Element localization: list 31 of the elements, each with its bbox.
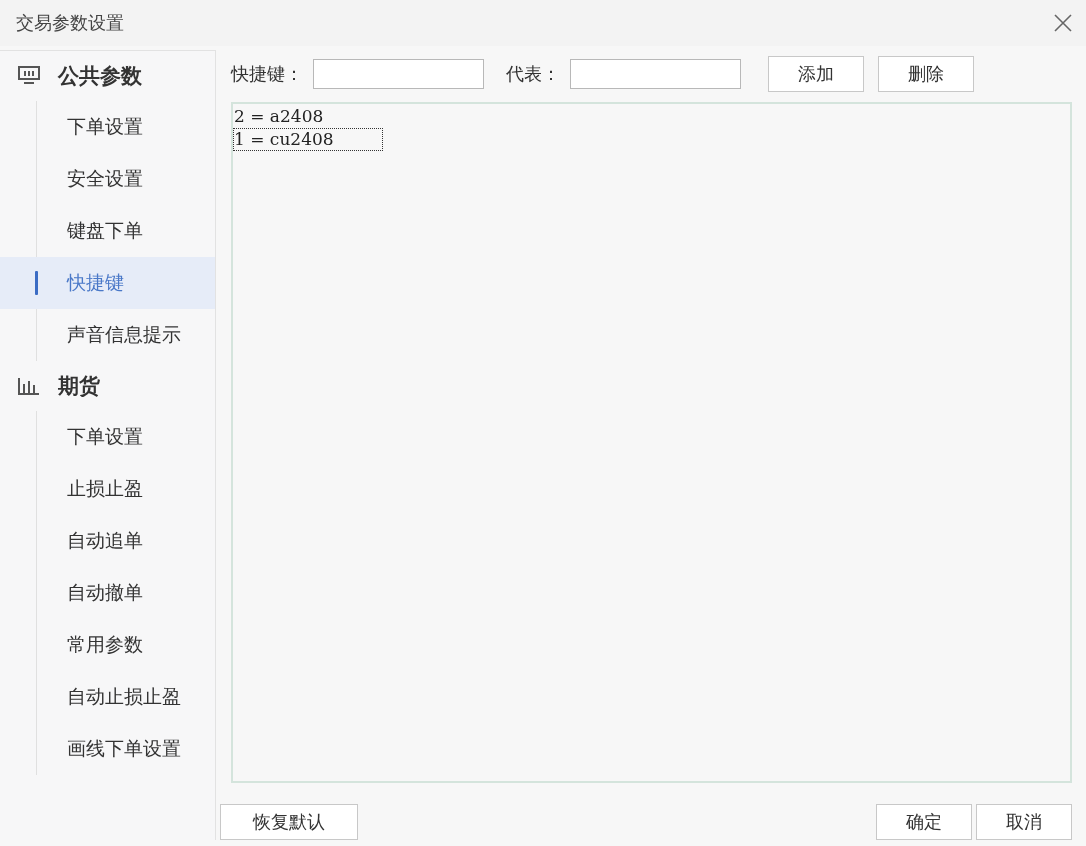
symbol-input[interactable] (570, 59, 741, 89)
sidebar-item[interactable]: 键盘下单 (0, 205, 215, 257)
ok-button[interactable]: 确定 (876, 804, 972, 840)
sidebar-item[interactable]: 画线下单设置 (0, 723, 215, 775)
sidebar-item[interactable]: 安全设置 (0, 153, 215, 205)
sidebar-item[interactable]: 下单设置 (0, 411, 215, 463)
sidebar-item[interactable]: 声音信息提示 (0, 309, 215, 361)
hotkey-input[interactable] (313, 59, 484, 89)
close-button[interactable] (1052, 12, 1074, 34)
sidebar-item[interactable]: 止损止盈 (0, 463, 215, 515)
close-icon (1053, 13, 1073, 33)
sidebar-item[interactable]: 快捷键 (0, 257, 215, 309)
list-item[interactable]: 1 = cu2408 (233, 128, 383, 151)
sidebar-item[interactable]: 常用参数 (0, 619, 215, 671)
sidebar-group-title: 公共参数 (58, 63, 142, 90)
sidebar-item[interactable]: 下单设置 (0, 101, 215, 153)
field-label: 代表： (506, 62, 560, 86)
reset-button[interactable]: 恢复默认 (220, 804, 358, 840)
monitor-icon (18, 66, 40, 86)
window-title: 交易参数设置 (16, 11, 124, 35)
selection-indicator (35, 271, 38, 295)
add-button[interactable]: 添加 (768, 56, 864, 92)
sidebar-group-title: 期货 (58, 373, 100, 400)
sidebar-item[interactable]: 自动追单 (0, 515, 215, 567)
list-item[interactable]: 2 = a2408 (233, 105, 383, 128)
bar-chart-icon (18, 376, 40, 396)
delete-button[interactable]: 删除 (878, 56, 974, 92)
sidebar-item[interactable]: 自动撤单 (0, 567, 215, 619)
cancel-button[interactable]: 取消 (976, 804, 1072, 840)
field-label: 快捷键： (231, 62, 303, 86)
sidebar-item[interactable]: 自动止损止盈 (0, 671, 215, 723)
